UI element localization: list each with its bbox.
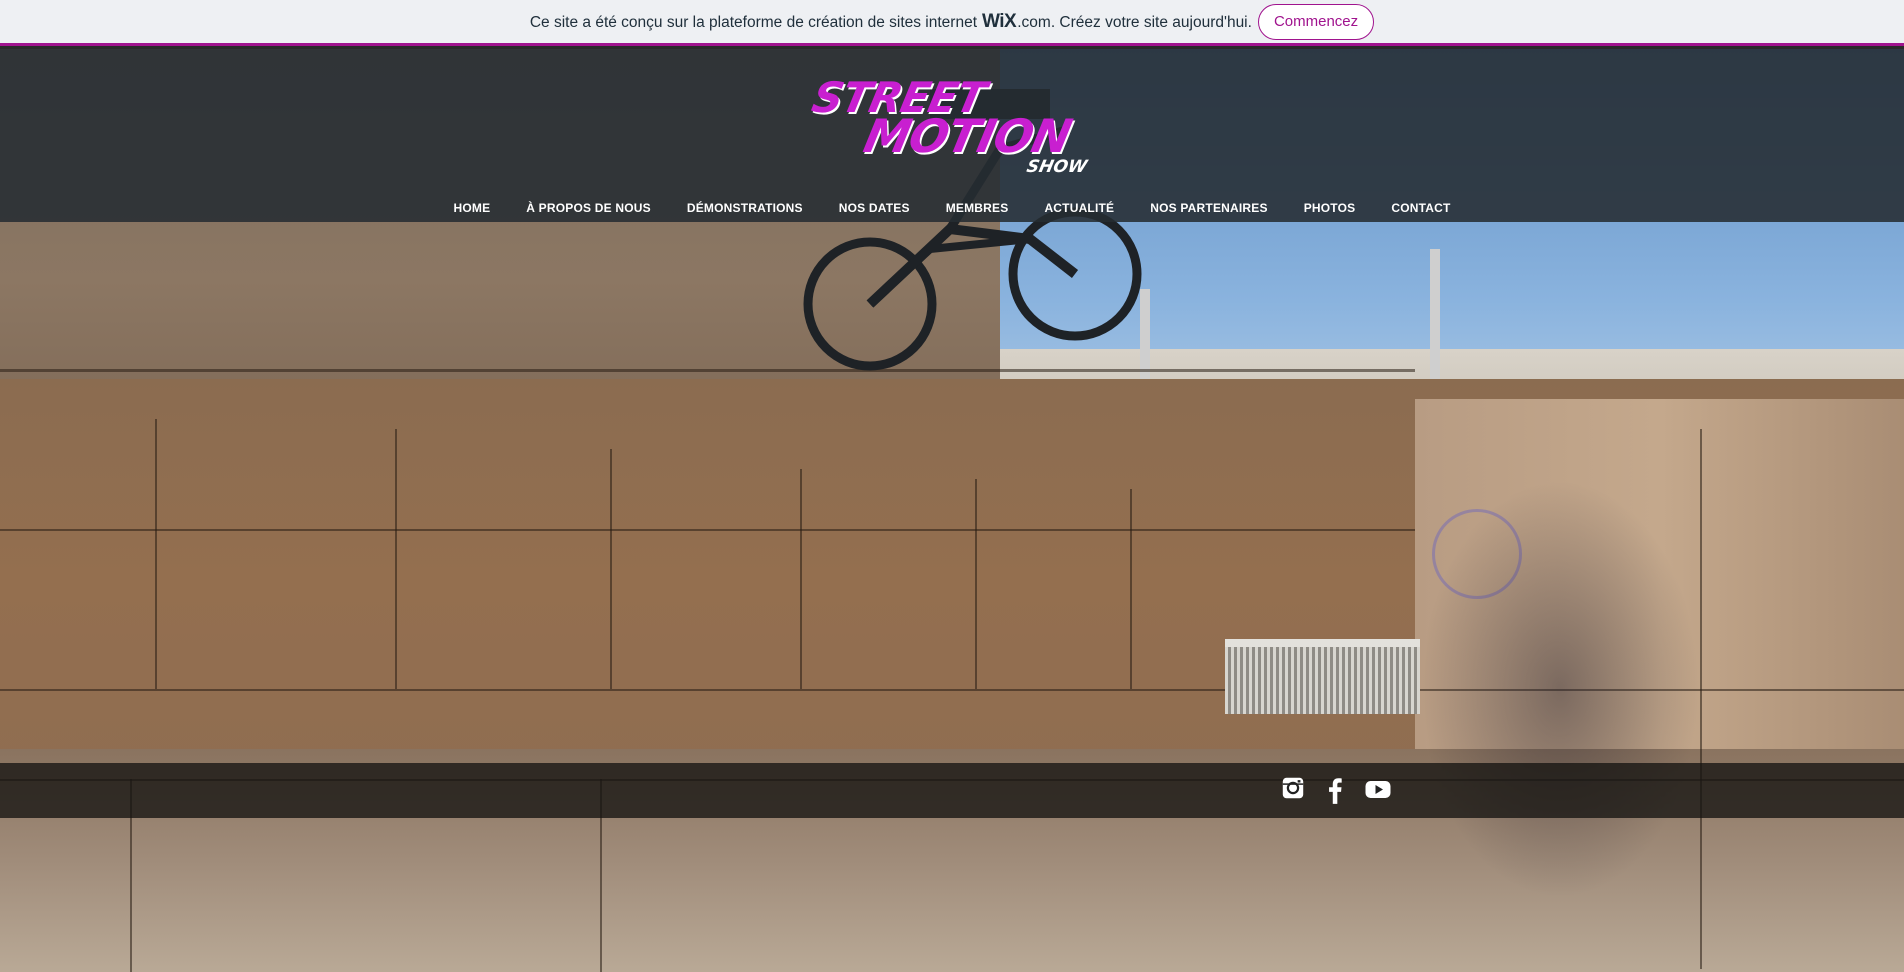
wix-promo-banner: Ce site a été conçu sur la plateforme de… [0, 0, 1904, 46]
nav-item-a-propos[interactable]: À PROPOS DE NOUS [508, 200, 669, 216]
wix-logo[interactable]: WiX [982, 11, 1017, 33]
nav-item-actualite[interactable]: ACTUALITÉ [1026, 200, 1132, 216]
street-motion-show-logo[interactable]: STREET MOTION SHOW [805, 73, 1125, 177]
nav-item-demonstrations[interactable]: DÉMONSTRATIONS [669, 200, 821, 216]
youtube-icon[interactable] [1364, 775, 1392, 805]
logo-line-motion: MOTION [859, 109, 1076, 163]
wix-banner-text-after: .com. Créez votre site aujourd'hui. [1017, 13, 1252, 31]
nav-item-membres[interactable]: MEMBRES [928, 200, 1027, 216]
nav-item-photos[interactable]: PHOTOS [1286, 200, 1374, 216]
nav-item-contact[interactable]: CONTACT [1373, 200, 1468, 216]
instagram-icon[interactable] [1280, 775, 1308, 805]
nav-item-home[interactable]: HOME [435, 200, 508, 216]
rider-shadow [1420, 479, 1700, 899]
site-header: STREET MOTION SHOW HOME À PROPOS DE NOUS… [0, 49, 1904, 222]
nav-item-nos-dates[interactable]: NOS DATES [821, 200, 928, 216]
social-links [1280, 775, 1392, 805]
main-navigation: HOME À PROPOS DE NOUS DÉMONSTRATIONS NOS… [0, 200, 1904, 216]
commencez-button[interactable]: Commencez [1257, 3, 1375, 40]
social-bar [0, 763, 1904, 818]
vent-grille [1225, 639, 1420, 714]
nav-item-nos-partenaires[interactable]: NOS PARTENAIRES [1132, 200, 1285, 216]
wix-banner-text-before: Ce site a été conçu sur la plateforme de… [529, 13, 978, 31]
facebook-icon[interactable] [1322, 775, 1350, 805]
wix-banner-text: Ce site a été conçu sur la plateforme de… [530, 11, 1252, 33]
logo-line-show: SHOW [1024, 157, 1089, 177]
